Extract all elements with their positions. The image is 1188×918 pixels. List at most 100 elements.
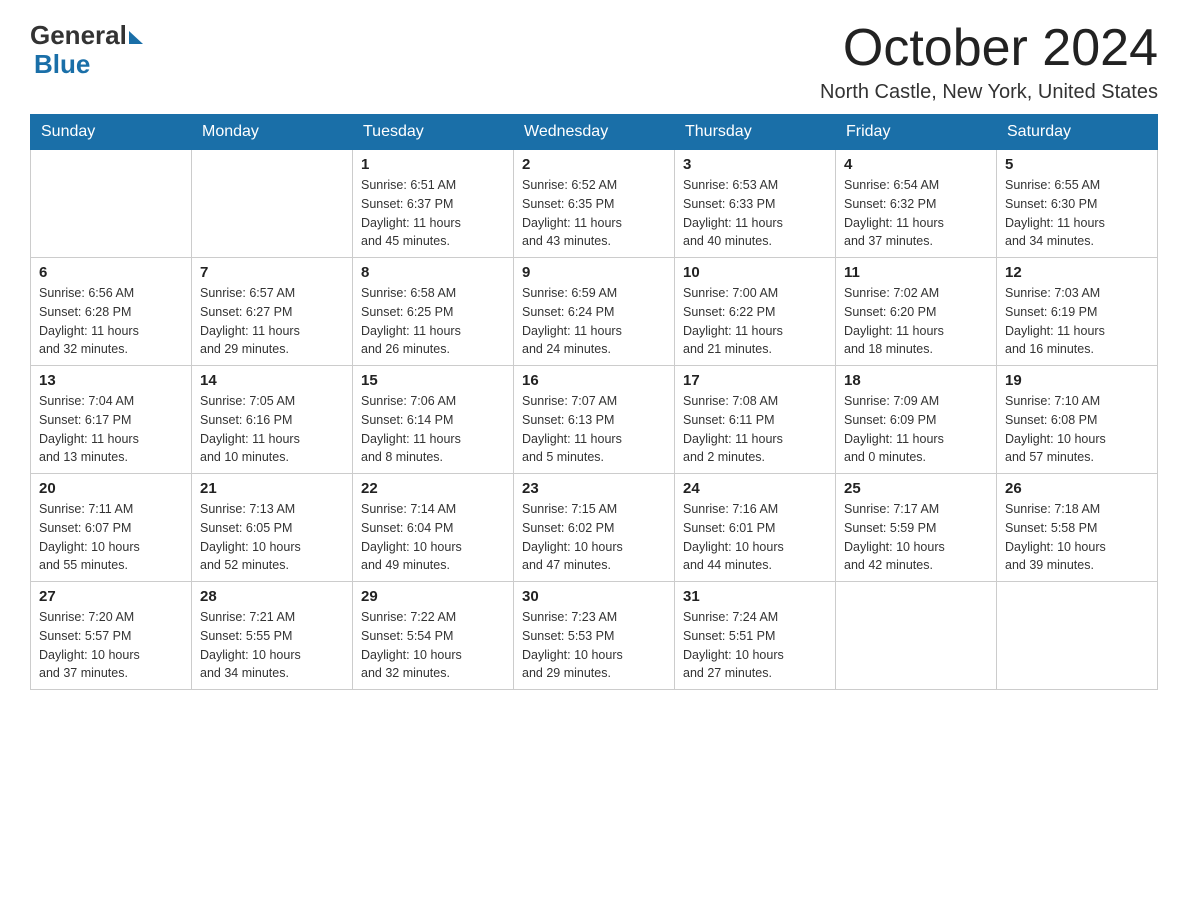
day-info: Sunrise: 7:11 AM Sunset: 6:07 PM Dayligh… <box>39 500 183 575</box>
calendar-cell: 26Sunrise: 7:18 AM Sunset: 5:58 PM Dayli… <box>997 474 1158 582</box>
calendar-cell: 15Sunrise: 7:06 AM Sunset: 6:14 PM Dayli… <box>353 366 514 474</box>
calendar-cell: 10 Sunrise: 7:00 AM Sunset: 6:22 PM Dayli… <box>675 258 836 366</box>
day-info: Sunrise: 7:03 AM Sunset: 6:19 PM Dayligh… <box>1005 284 1149 359</box>
calendar-cell: 19Sunrise: 7:10 AM Sunset: 6:08 PM Dayli… <box>997 366 1158 474</box>
day-number: 16 <box>522 372 666 389</box>
day-number: 29 <box>361 588 505 605</box>
day-number: 7 <box>200 264 344 281</box>
day-number: 12 <box>1005 264 1149 281</box>
day-number: 10 <box>683 264 827 281</box>
logo-arrow-icon <box>129 31 143 44</box>
calendar-week-5: 27Sunrise: 7:20 AM Sunset: 5:57 PM Dayli… <box>31 582 1158 690</box>
day-info: Sunrise: 7:13 AM Sunset: 6:05 PM Dayligh… <box>200 500 344 575</box>
day-info: Sunrise: 6:51 AM Sunset: 6:37 PM Dayligh… <box>361 176 505 251</box>
day-info: Sunrise: 7:09 AM Sunset: 6:09 PM Dayligh… <box>844 392 988 467</box>
calendar-week-3: 13Sunrise: 7:04 AM Sunset: 6:17 PM Dayli… <box>31 366 1158 474</box>
logo-blue-text: Blue <box>34 49 90 80</box>
day-info: Sunrise: 7:18 AM Sunset: 5:58 PM Dayligh… <box>1005 500 1149 575</box>
calendar-cell: 21 Sunrise: 7:13 AM Sunset: 6:05 PM Dayli… <box>192 474 353 582</box>
calendar-cell: 9 Sunrise: 6:59 AM Sunset: 6:24 PM Daylig… <box>514 258 675 366</box>
day-number: 17 <box>683 372 827 389</box>
location-text: North Castle, New York, United States <box>820 81 1158 104</box>
calendar-cell: 6 Sunrise: 6:56 AM Sunset: 6:28 PM Daylig… <box>31 258 192 366</box>
day-number: 2 <box>522 156 666 173</box>
day-number: 15 <box>361 372 505 389</box>
day-info: Sunrise: 7:08 AM Sunset: 6:11 PM Dayligh… <box>683 392 827 467</box>
day-number: 30 <box>522 588 666 605</box>
day-number: 9 <box>522 264 666 281</box>
calendar-cell: 3 Sunrise: 6:53 AM Sunset: 6:33 PM Daylig… <box>675 150 836 258</box>
day-number: 24 <box>683 480 827 497</box>
calendar-cell <box>836 582 997 690</box>
day-number: 31 <box>683 588 827 605</box>
day-info: Sunrise: 7:07 AM Sunset: 6:13 PM Dayligh… <box>522 392 666 467</box>
calendar-cell: 18 Sunrise: 7:09 AM Sunset: 6:09 PM Dayli… <box>836 366 997 474</box>
day-info: Sunrise: 6:54 AM Sunset: 6:32 PM Dayligh… <box>844 176 988 251</box>
day-number: 25 <box>844 480 988 497</box>
calendar-cell: 31 Sunrise: 7:24 AM Sunset: 5:51 PM Dayli… <box>675 582 836 690</box>
calendar-week-4: 20 Sunrise: 7:11 AM Sunset: 6:07 PM Dayli… <box>31 474 1158 582</box>
header-sunday: Sunday <box>31 115 192 150</box>
day-number: 1 <box>361 156 505 173</box>
day-number: 6 <box>39 264 183 281</box>
calendar-cell: 14Sunrise: 7:05 AM Sunset: 6:16 PM Dayli… <box>192 366 353 474</box>
calendar-cell <box>997 582 1158 690</box>
calendar-cell <box>192 150 353 258</box>
calendar-cell: 7 Sunrise: 6:57 AM Sunset: 6:27 PM Daylig… <box>192 258 353 366</box>
day-number: 4 <box>844 156 988 173</box>
day-info: Sunrise: 7:00 AM Sunset: 6:22 PM Dayligh… <box>683 284 827 359</box>
day-number: 20 <box>39 480 183 497</box>
calendar-cell: 27Sunrise: 7:20 AM Sunset: 5:57 PM Dayli… <box>31 582 192 690</box>
day-info: Sunrise: 6:59 AM Sunset: 6:24 PM Dayligh… <box>522 284 666 359</box>
day-info: Sunrise: 6:53 AM Sunset: 6:33 PM Dayligh… <box>683 176 827 251</box>
title-section: October 2024 North Castle, New York, Uni… <box>820 20 1158 104</box>
day-info: Sunrise: 6:56 AM Sunset: 6:28 PM Dayligh… <box>39 284 183 359</box>
day-number: 14 <box>200 372 344 389</box>
calendar-cell: 4 Sunrise: 6:54 AM Sunset: 6:32 PM Daylig… <box>836 150 997 258</box>
header-thursday: Thursday <box>675 115 836 150</box>
logo: General Blue <box>30 20 143 80</box>
header-friday: Friday <box>836 115 997 150</box>
day-info: Sunrise: 6:58 AM Sunset: 6:25 PM Dayligh… <box>361 284 505 359</box>
calendar-cell: 28 Sunrise: 7:21 AM Sunset: 5:55 PM Dayli… <box>192 582 353 690</box>
calendar-cell: 1 Sunrise: 6:51 AM Sunset: 6:37 PM Daylig… <box>353 150 514 258</box>
calendar-week-1: 1 Sunrise: 6:51 AM Sunset: 6:37 PM Daylig… <box>31 150 1158 258</box>
day-number: 21 <box>200 480 344 497</box>
day-number: 18 <box>844 372 988 389</box>
day-info: Sunrise: 7:17 AM Sunset: 5:59 PM Dayligh… <box>844 500 988 575</box>
logo-general-text: General <box>30 20 127 51</box>
header-saturday: Saturday <box>997 115 1158 150</box>
header-wednesday: Wednesday <box>514 115 675 150</box>
header-monday: Monday <box>192 115 353 150</box>
day-info: Sunrise: 7:22 AM Sunset: 5:54 PM Dayligh… <box>361 608 505 683</box>
day-info: Sunrise: 7:16 AM Sunset: 6:01 PM Dayligh… <box>683 500 827 575</box>
day-info: Sunrise: 7:14 AM Sunset: 6:04 PM Dayligh… <box>361 500 505 575</box>
calendar-week-2: 6 Sunrise: 6:56 AM Sunset: 6:28 PM Daylig… <box>31 258 1158 366</box>
calendar-cell: 8 Sunrise: 6:58 AM Sunset: 6:25 PM Daylig… <box>353 258 514 366</box>
day-info: Sunrise: 7:21 AM Sunset: 5:55 PM Dayligh… <box>200 608 344 683</box>
calendar-cell: 2Sunrise: 6:52 AM Sunset: 6:35 PM Daylig… <box>514 150 675 258</box>
calendar-cell: 5Sunrise: 6:55 AM Sunset: 6:30 PM Daylig… <box>997 150 1158 258</box>
calendar-cell: 22 Sunrise: 7:14 AM Sunset: 6:04 PM Dayli… <box>353 474 514 582</box>
day-number: 28 <box>200 588 344 605</box>
calendar-cell <box>31 150 192 258</box>
calendar-cell: 13Sunrise: 7:04 AM Sunset: 6:17 PM Dayli… <box>31 366 192 474</box>
day-number: 19 <box>1005 372 1149 389</box>
calendar-cell: 23Sunrise: 7:15 AM Sunset: 6:02 PM Dayli… <box>514 474 675 582</box>
day-number: 3 <box>683 156 827 173</box>
day-info: Sunrise: 7:04 AM Sunset: 6:17 PM Dayligh… <box>39 392 183 467</box>
day-number: 27 <box>39 588 183 605</box>
day-number: 22 <box>361 480 505 497</box>
calendar-cell: 16 Sunrise: 7:07 AM Sunset: 6:13 PM Dayli… <box>514 366 675 474</box>
day-info: Sunrise: 7:24 AM Sunset: 5:51 PM Dayligh… <box>683 608 827 683</box>
calendar-cell: 24 Sunrise: 7:16 AM Sunset: 6:01 PM Dayli… <box>675 474 836 582</box>
calendar-cell: 11Sunrise: 7:02 AM Sunset: 6:20 PM Dayli… <box>836 258 997 366</box>
day-info: Sunrise: 6:57 AM Sunset: 6:27 PM Dayligh… <box>200 284 344 359</box>
calendar-cell: 29 Sunrise: 7:22 AM Sunset: 5:54 PM Dayli… <box>353 582 514 690</box>
day-info: Sunrise: 7:15 AM Sunset: 6:02 PM Dayligh… <box>522 500 666 575</box>
day-info: Sunrise: 7:02 AM Sunset: 6:20 PM Dayligh… <box>844 284 988 359</box>
calendar-cell: 17 Sunrise: 7:08 AM Sunset: 6:11 PM Dayli… <box>675 366 836 474</box>
day-number: 8 <box>361 264 505 281</box>
day-number: 5 <box>1005 156 1149 173</box>
calendar-cell: 30Sunrise: 7:23 AM Sunset: 5:53 PM Dayli… <box>514 582 675 690</box>
